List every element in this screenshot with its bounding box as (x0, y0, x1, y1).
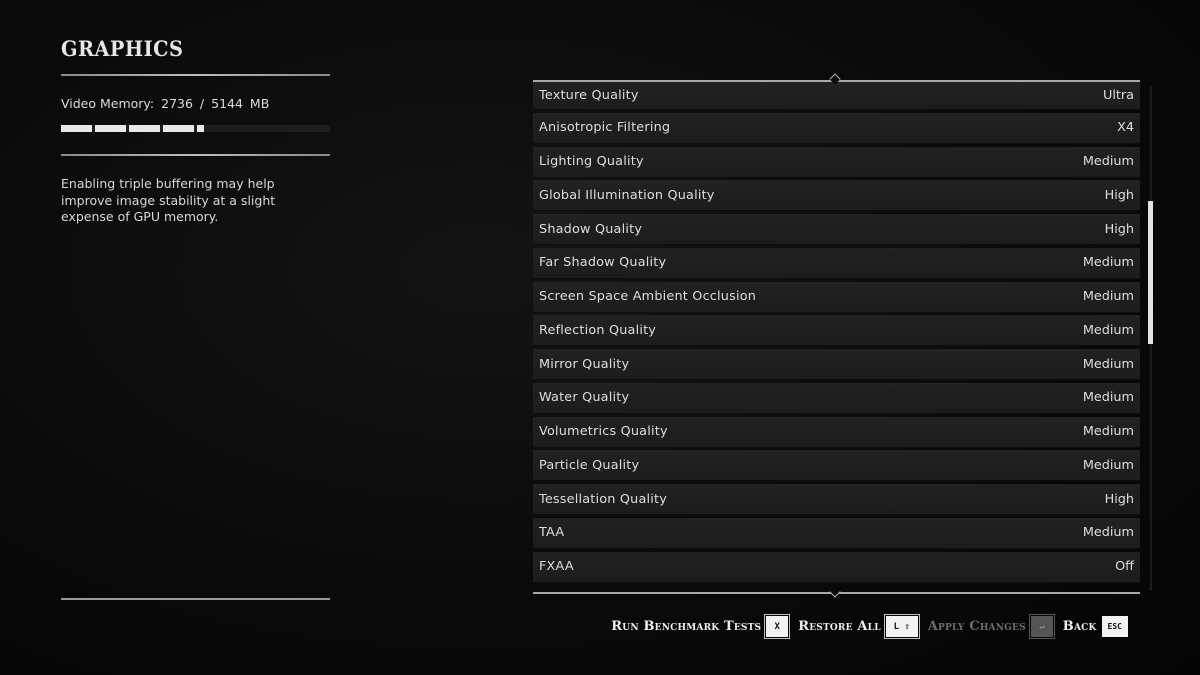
setting-row[interactable]: Mirror Quality Medium (533, 349, 1140, 381)
setting-label: Screen Space Ambient Occlusion (539, 289, 757, 305)
setting-value[interactable]: Medium (1083, 323, 1134, 338)
enter-key-icon: ↵ (1028, 614, 1055, 639)
setting-value[interactable]: Medium (1083, 525, 1134, 540)
setting-row[interactable]: Lighting Quality Medium (533, 146, 1140, 178)
memory-bar-segment (61, 125, 92, 132)
setting-row[interactable]: Shadow Quality High (533, 214, 1140, 246)
setting-label: Shadow Quality (539, 221, 643, 237)
setting-value[interactable]: Medium (1083, 154, 1134, 169)
list-top-border (533, 73, 1140, 85)
back-label: Back (1062, 619, 1097, 634)
setting-row[interactable]: Reflection Quality Medium (533, 315, 1140, 347)
apply-changes-button[interactable]: Apply Changes ↵ (927, 614, 1055, 639)
setting-row[interactable]: FXAA Off (533, 551, 1140, 583)
setting-value[interactable]: High (1105, 492, 1134, 507)
info-panel: GRAPHICS Video Memory: 2736 / 5144 MB En… (61, 36, 330, 226)
setting-label: Global Illumination Quality (539, 187, 715, 203)
setting-label: Anisotropic Filtering (539, 120, 671, 136)
memory-bar-segment (197, 125, 204, 132)
setting-label: Particle Quality (539, 457, 640, 473)
restore-all-button[interactable]: Restore All L ⇧ (798, 614, 920, 639)
setting-row[interactable]: Water Quality Medium (533, 382, 1140, 414)
memory-bar-segment (163, 125, 194, 132)
setting-label: TAA (539, 525, 565, 541)
video-memory-readout: Video Memory: 2736 / 5144 MB (61, 96, 330, 111)
setting-label: Mirror Quality (539, 356, 630, 372)
setting-row[interactable]: Global Illumination Quality High (533, 180, 1140, 212)
divider (61, 154, 330, 156)
setting-label: Volumetrics Quality (539, 424, 668, 440)
setting-description: Enabling triple buffering may help impro… (61, 176, 276, 224)
setting-value[interactable]: High (1105, 188, 1134, 203)
setting-label: Reflection Quality (539, 322, 657, 338)
setting-label: Water Quality (539, 390, 630, 406)
setting-row[interactable]: Particle Quality Medium (533, 450, 1140, 482)
settings-rows: Texture Quality Ultra Anisotropic Filterin… (533, 82, 1140, 583)
footer-actions: Run Benchmark Tests X Restore All L ⇧ Ap… (611, 614, 1128, 639)
setting-label: Texture Quality (539, 88, 639, 103)
setting-value[interactable]: X4 (1117, 120, 1134, 135)
video-memory-separator: / (199, 96, 205, 111)
setting-row[interactable]: Anisotropic Filtering X4 (533, 112, 1140, 144)
divider (61, 598, 330, 600)
setting-value[interactable]: Medium (1083, 357, 1134, 372)
video-memory-unit: MB (249, 96, 270, 111)
setting-value[interactable]: Medium (1083, 255, 1134, 270)
video-memory-used: 2736 (161, 96, 193, 111)
setting-row[interactable]: TAA Medium (533, 517, 1140, 549)
memory-bar-segment (129, 125, 160, 132)
page-title: GRAPHICS (61, 36, 184, 61)
video-memory-label: Video Memory: (61, 96, 155, 111)
setting-row[interactable]: Texture Quality Ultra (533, 82, 1140, 110)
scrollbar-thumb[interactable] (1148, 201, 1153, 344)
x-key-icon: X (764, 614, 791, 639)
setting-label: Tessellation Quality (539, 491, 667, 507)
restore-all-label: Restore All (798, 619, 881, 634)
setting-label: FXAA (539, 559, 574, 575)
video-memory-total: 5144 (211, 96, 243, 111)
setting-row[interactable]: Volumetrics Quality Medium (533, 416, 1140, 448)
l-shift-key-icon: L ⇧ (883, 614, 920, 639)
setting-label: Lighting Quality (539, 154, 644, 170)
setting-value[interactable]: Medium (1083, 289, 1134, 304)
setting-row[interactable]: Tessellation Quality High (533, 484, 1140, 516)
run-benchmark-label: Run Benchmark Tests (611, 619, 762, 634)
scroll-down-icon[interactable] (829, 586, 841, 598)
memory-bar-segment (95, 125, 126, 132)
setting-row[interactable]: Screen Space Ambient Occlusion Medium (533, 281, 1140, 313)
back-button[interactable]: Back ESC (1063, 616, 1128, 637)
divider (61, 74, 330, 76)
setting-value[interactable]: Medium (1083, 390, 1134, 405)
esc-key-icon: ESC (1101, 616, 1128, 637)
run-benchmark-button[interactable]: Run Benchmark Tests X (611, 614, 791, 639)
video-memory-bar (61, 125, 330, 132)
setting-value[interactable]: Ultra (1103, 88, 1134, 103)
apply-changes-label: Apply Changes (927, 619, 1026, 634)
list-bottom-border (533, 586, 1140, 598)
setting-row[interactable]: Far Shadow Quality Medium (533, 247, 1140, 279)
setting-value[interactable]: Medium (1083, 424, 1134, 439)
setting-value[interactable]: Off (1115, 559, 1134, 574)
setting-label: Far Shadow Quality (539, 255, 667, 271)
setting-value[interactable]: High (1105, 222, 1134, 237)
setting-value[interactable]: Medium (1083, 458, 1134, 473)
settings-list: Texture Quality Ultra Anisotropic Filterin… (533, 73, 1140, 598)
